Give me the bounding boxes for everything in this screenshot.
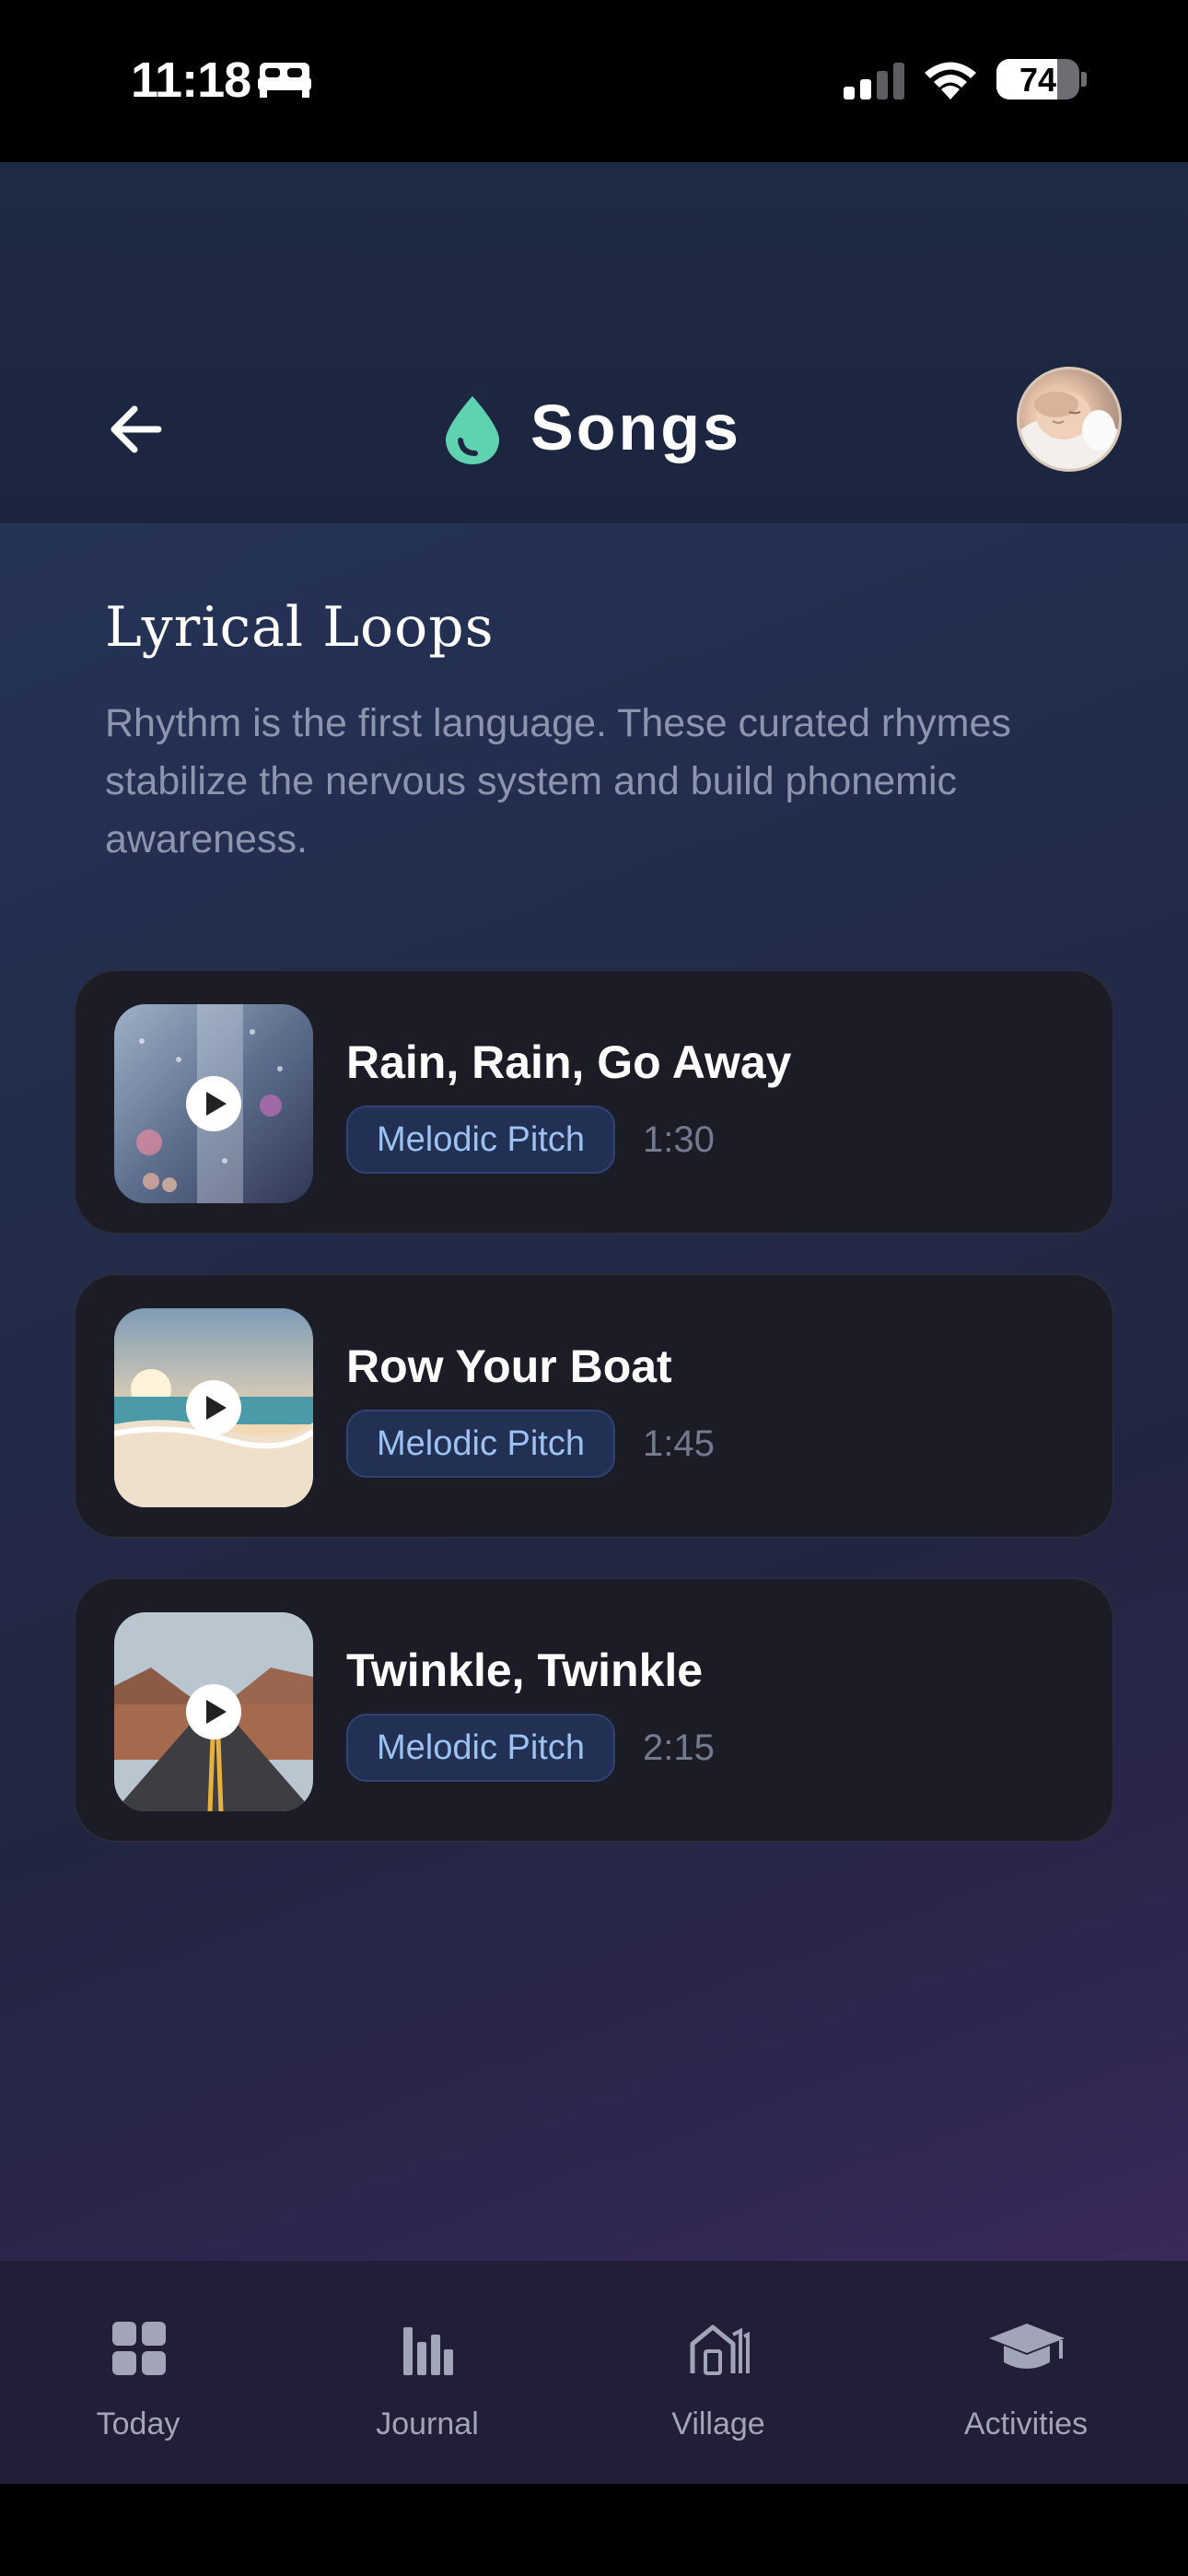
page-title: Songs: [530, 392, 741, 463]
song-tag: Melodic Pitch: [346, 1106, 615, 1174]
section-title: Lyrical Loops: [105, 595, 495, 660]
header: Songs: [0, 162, 1188, 523]
song-duration: 1:45: [643, 1423, 715, 1464]
song-title: Row Your Boat: [346, 1341, 672, 1392]
play-button[interactable]: [186, 1076, 241, 1131]
song-title: Twinkle, Twinkle: [346, 1645, 704, 1696]
nav-label: Today: [96, 2406, 181, 2441]
songs-screen: Songs Lyrical Loops Rhythm is the first …: [0, 162, 1188, 2484]
bottom-nav: Today Journal Village Activities: [0, 2261, 1188, 2484]
song-thumbnail: [114, 1308, 313, 1507]
play-button[interactable]: [186, 1380, 241, 1435]
song-card-row-boat[interactable]: Row Your Boat Melodic Pitch 1:45: [74, 1273, 1114, 1539]
drop-icon: [446, 396, 499, 464]
arrow-left-icon: [111, 405, 162, 453]
cellular-signal-icon: [844, 63, 904, 100]
song-tag: Melodic Pitch: [346, 1410, 615, 1478]
nav-label: Activities: [963, 2406, 1089, 2441]
graduation-cap-icon: [989, 2324, 1065, 2369]
battery-level: 74: [1019, 61, 1057, 99]
play-icon: [206, 1700, 227, 1724]
song-thumbnail: [114, 1612, 313, 1811]
song-duration: 2:15: [643, 1727, 715, 1768]
song-tag: Melodic Pitch: [346, 1714, 615, 1782]
grid-icon: [112, 2322, 166, 2375]
nav-item-today[interactable]: Today: [28, 2261, 249, 2484]
status-time: 11:18: [131, 53, 251, 108]
section-description: Rhythm is the first language. These cura…: [105, 701, 1011, 861]
avatar[interactable]: [1017, 367, 1122, 472]
nav-item-village[interactable]: Village: [608, 2261, 829, 2484]
nav-item-activities[interactable]: Activities: [915, 2261, 1136, 2484]
status-bar: 11:18 74: [0, 0, 1188, 162]
song-title: Rain, Rain, Go Away: [346, 1036, 792, 1088]
nav-label: Journal: [376, 2406, 479, 2441]
song-thumbnail: [114, 1004, 313, 1203]
play-icon: [206, 1396, 227, 1420]
nav-item-journal[interactable]: Journal: [317, 2261, 538, 2484]
nav-label: Village: [671, 2406, 765, 2441]
song-card-twinkle[interactable]: Twinkle, Twinkle Melodic Pitch 2:15: [74, 1577, 1114, 1843]
song-card-rain[interactable]: Rain, Rain, Go Away Melodic Pitch 1:30: [74, 969, 1114, 1235]
bed-icon: [258, 63, 311, 98]
back-button[interactable]: [101, 392, 175, 466]
play-button[interactable]: [186, 1684, 241, 1739]
song-duration: 1:30: [643, 1119, 715, 1160]
house-icon: [690, 2324, 750, 2375]
baby-photo: [1019, 392, 1119, 469]
wifi-icon: [925, 62, 976, 100]
battery-indicator: 74: [996, 59, 1079, 100]
play-icon: [206, 1092, 227, 1116]
home-indicator-area: [0, 2484, 1188, 2576]
bar-chart-icon: [403, 2327, 453, 2375]
